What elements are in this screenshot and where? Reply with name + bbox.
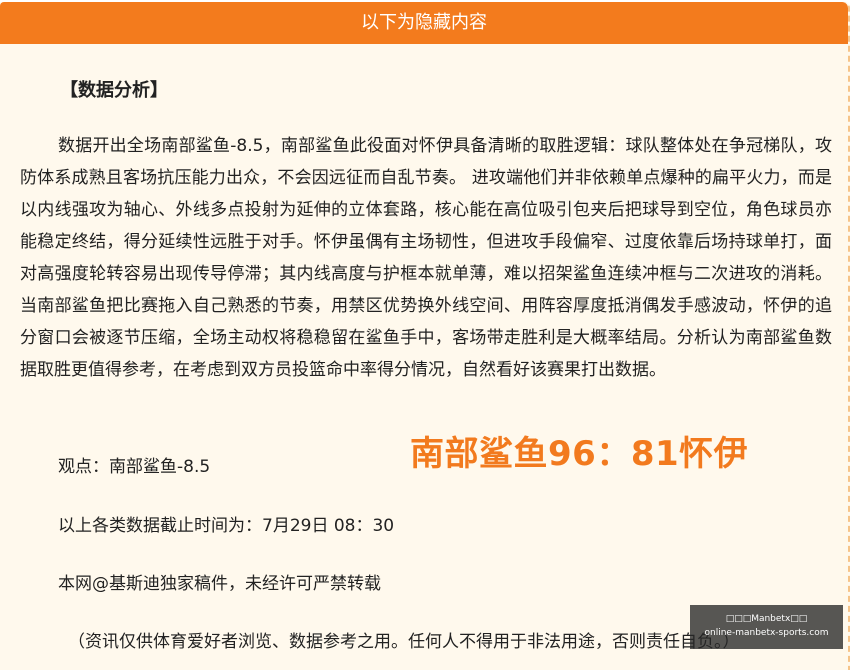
- section-title: 【数据分析】: [60, 80, 168, 101]
- site-watermark: □□□Manbetx□□ online-manbetx-sports.com: [690, 605, 843, 649]
- hidden-content-panel: 以下为隐藏内容 【数据分析】 数据开出全场南部鲨鱼-8.5，南部鲨鱼此役面对怀伊…: [0, 2, 850, 670]
- watermark-brand: □□□Manbetx□□: [725, 614, 808, 624]
- disclaimer-text: （资讯仅供体育爱好者浏览、数据参考之用。任何人不得用于非法用途，否则责任自负。）: [68, 632, 740, 652]
- analysis-paragraph: 数据开出全场南部鲨鱼-8.5，南部鲨鱼此役面对怀伊具备清晰的取胜逻辑：球队整体处…: [20, 136, 832, 380]
- copyright-notice: 本网@基斯迪独家稿件，未经许可严禁转载: [58, 574, 381, 594]
- cutoff-time-text: 以上各类数据截止时间为：7月29日 08：30: [58, 516, 395, 536]
- viewpoint-text: 观点：南部鲨鱼-8.5: [58, 457, 211, 477]
- score-highlight: 南部鲨鱼96：81怀伊: [410, 434, 749, 474]
- hidden-content-header: 以下为隐藏内容: [0, 2, 848, 44]
- watermark-url: online-manbetx-sports.com: [704, 628, 829, 638]
